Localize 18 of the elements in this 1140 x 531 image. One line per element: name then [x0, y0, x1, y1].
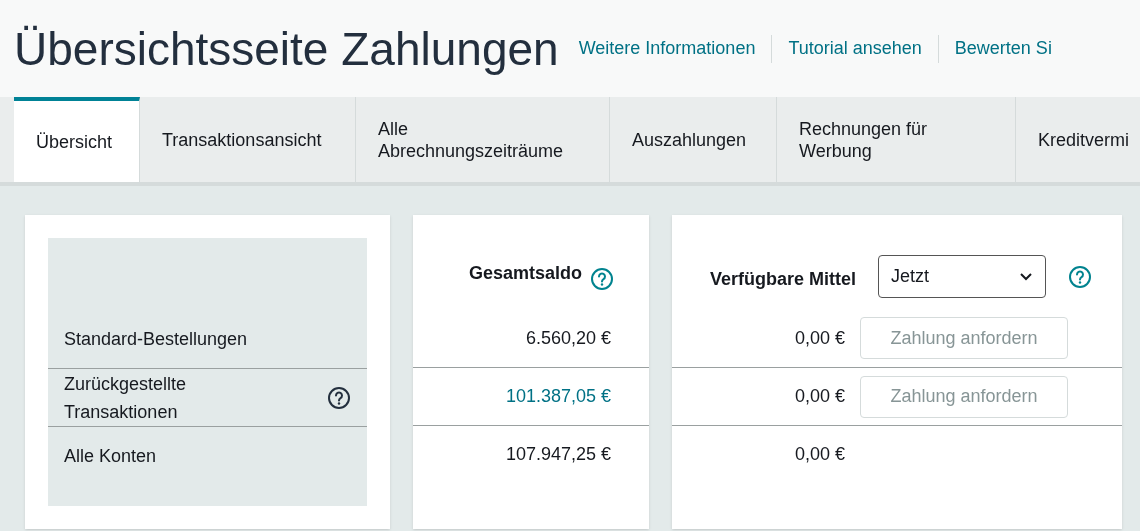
period-select[interactable]: Jetzt [878, 255, 1047, 298]
amount: 0,00 € [793, 443, 845, 466]
column-heading: Gesamtsaldo [468, 261, 582, 285]
column-heading: Verfügbare Mittel [710, 268, 857, 291]
header-link[interactable]: Tutorial ansehen [788, 35, 922, 62]
row-label: Standard-Bestellungen [64, 328, 249, 351]
tab[interactable]: Übersicht [14, 97, 140, 182]
amount-link[interactable]: 101.387,05 € [505, 383, 611, 410]
row-label: Alle Konten [64, 444, 158, 468]
help-icon[interactable] [327, 385, 351, 410]
amount: 107.947,25 € [505, 443, 611, 466]
header-link[interactable]: Weitere Informationen [578, 35, 756, 62]
amount: 0,00 € [793, 326, 845, 350]
header-link[interactable]: Bewerten Si [954, 35, 1052, 62]
caret-icon [1019, 271, 1034, 282]
amount: 0,00 € [793, 385, 845, 408]
row-label: Zurückgestellte Transaktionen [64, 372, 188, 424]
amount: 6.560,20 € [525, 326, 611, 350]
